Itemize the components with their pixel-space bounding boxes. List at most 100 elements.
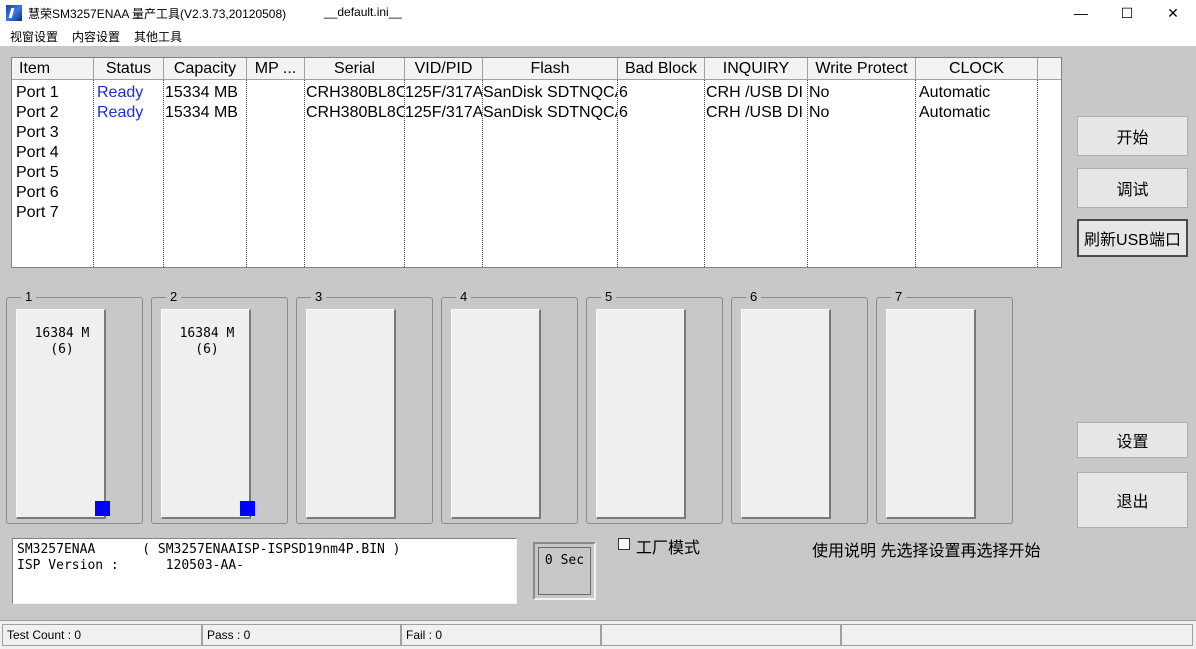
cell-flash bbox=[483, 183, 617, 203]
cell-status: Ready bbox=[97, 104, 144, 121]
cell-serial bbox=[306, 143, 404, 163]
port-status-card[interactable] bbox=[886, 309, 976, 519]
close-icon[interactable]: ✕ bbox=[1150, 0, 1196, 26]
debug-button[interactable]: 调试 bbox=[1077, 168, 1188, 208]
cell-serial bbox=[306, 163, 404, 183]
header-clock[interactable]: CLOCK bbox=[916, 58, 1038, 80]
header-status[interactable]: Status bbox=[94, 58, 164, 80]
cell-write-protect bbox=[809, 183, 915, 203]
start-button[interactable]: 开始 bbox=[1077, 116, 1188, 156]
cell-capacity bbox=[165, 143, 245, 163]
port-table[interactable]: Item Status Capacity MP ... Serial VID/P… bbox=[11, 57, 1062, 268]
port-status-card[interactable] bbox=[596, 309, 686, 519]
table-row[interactable]: Port 1 Ready 15334 MB CRH380BL8C 125F/317A Sa… bbox=[12, 83, 1061, 103]
cell-vidpid: 125F/317A bbox=[405, 84, 482, 101]
factory-mode-label[interactable]: 工厂模式 bbox=[636, 534, 700, 558]
cell-flash bbox=[483, 123, 617, 143]
cell-clock bbox=[919, 143, 1037, 163]
header-item[interactable]: Item bbox=[12, 58, 94, 80]
cell-flash: SanDisk SDTNQCA bbox=[483, 84, 617, 101]
cell-serial bbox=[306, 123, 404, 143]
table-row[interactable]: Port 4 bbox=[12, 143, 1061, 163]
minimize-icon[interactable]: — bbox=[1058, 0, 1104, 26]
header-inquiry[interactable]: INQUIRY bbox=[705, 58, 808, 80]
header-vidpid[interactable]: VID/PID bbox=[405, 58, 483, 80]
cell-item: Port 2 bbox=[16, 104, 59, 121]
cell-clock bbox=[919, 203, 1037, 223]
window-title: 慧荣SM3257ENAA 量产工具(V2.3.73,20120508) bbox=[28, 7, 287, 21]
timer-value: 0 Sec bbox=[538, 547, 591, 595]
cell-status: Ready bbox=[97, 84, 144, 101]
port-status-card[interactable] bbox=[306, 309, 396, 519]
table-row[interactable]: Port 6 bbox=[12, 183, 1061, 203]
menu-window-settings[interactable]: 视窗设置 bbox=[10, 28, 58, 45]
cell-status bbox=[97, 163, 163, 183]
cell-item: Port 3 bbox=[16, 124, 59, 141]
factory-mode-checkbox[interactable] bbox=[618, 538, 630, 550]
cell-clock: Automatic bbox=[919, 84, 991, 101]
header-bad-block[interactable]: Bad Block bbox=[618, 58, 705, 80]
cell-inquiry bbox=[706, 183, 807, 203]
header-flash[interactable]: Flash bbox=[483, 58, 618, 80]
port-number: 3 bbox=[311, 289, 327, 304]
header-capacity[interactable]: Capacity bbox=[164, 58, 247, 80]
port-panel: 2 16384 M (6) bbox=[151, 289, 288, 524]
port-panel: 5 bbox=[586, 289, 723, 524]
chip-info-line: SM3257ENAA ( SM3257ENAAISP-ISPSD19nm4P.B… bbox=[17, 542, 401, 557]
menu-other-tools[interactable]: 其他工具 bbox=[134, 28, 182, 45]
cell-bad-block bbox=[619, 143, 704, 163]
cell-capacity bbox=[165, 203, 245, 223]
instructions-text: 使用说明 先选择设置再选择开始 bbox=[812, 543, 1041, 560]
cell-capacity bbox=[165, 163, 245, 183]
header-mp[interactable]: MP ... bbox=[247, 58, 305, 80]
cell-item: Port 5 bbox=[16, 164, 59, 181]
table-row[interactable]: Port 2 Ready 15334 MB CRH380BL8C 125F/317A Sa… bbox=[12, 103, 1061, 123]
timer-display: 0 Sec bbox=[533, 542, 596, 600]
cell-clock bbox=[919, 163, 1037, 183]
header-write-protect[interactable]: Write Protect bbox=[808, 58, 916, 80]
port-status-card[interactable]: 16384 M (6) bbox=[16, 309, 110, 519]
port-status-card[interactable]: 16384 M (6) bbox=[161, 309, 255, 519]
cell-bad-block bbox=[619, 203, 704, 223]
cell-item: Port 6 bbox=[16, 184, 59, 201]
exit-button[interactable]: 退出 bbox=[1077, 472, 1188, 528]
refresh-usb-button[interactable]: 刷新USB端口 bbox=[1077, 219, 1188, 257]
menu-content-settings[interactable]: 内容设置 bbox=[72, 28, 120, 45]
port-capacity: 16384 M (6) bbox=[17, 326, 107, 358]
settings-button[interactable]: 设置 bbox=[1077, 422, 1188, 458]
cell-bad-block bbox=[619, 183, 704, 203]
port-bad-block-value: (6) bbox=[195, 342, 219, 357]
header-serial[interactable]: Serial bbox=[305, 58, 405, 80]
port-number: 5 bbox=[601, 289, 617, 304]
cell-write-protect bbox=[809, 163, 915, 183]
cell-status bbox=[97, 203, 163, 223]
table-row[interactable]: Port 3 bbox=[12, 123, 1061, 143]
cell-bad-block: 6 bbox=[619, 84, 628, 101]
app-icon bbox=[6, 5, 22, 21]
port-status-card[interactable] bbox=[741, 309, 831, 519]
port-number: 2 bbox=[166, 289, 182, 304]
cell-item: Port 1 bbox=[16, 84, 59, 101]
table-row[interactable]: Port 5 bbox=[12, 163, 1061, 183]
cell-inquiry bbox=[706, 163, 807, 183]
port-led-indicator bbox=[95, 501, 110, 516]
cell-mp bbox=[248, 103, 304, 123]
cell-write-protect bbox=[809, 123, 915, 143]
cell-mp bbox=[248, 83, 304, 103]
port-panel: 1 16384 M (6) bbox=[6, 289, 143, 524]
cell-mp bbox=[248, 183, 304, 203]
cell-vidpid bbox=[405, 183, 482, 203]
table-header: Item Status Capacity MP ... Serial VID/P… bbox=[12, 58, 1061, 80]
cell-status bbox=[97, 123, 163, 143]
cell-write-protect: No bbox=[809, 84, 830, 101]
maximize-icon[interactable]: ☐ bbox=[1104, 0, 1150, 26]
cell-vidpid bbox=[405, 123, 482, 143]
port-status-card[interactable] bbox=[451, 309, 541, 519]
cell-clock bbox=[919, 183, 1037, 203]
table-row[interactable]: Port 7 bbox=[12, 203, 1061, 223]
port-bad-block-value: (6) bbox=[50, 342, 74, 357]
cell-serial bbox=[306, 183, 404, 203]
cell-capacity: 15334 MB bbox=[165, 84, 238, 101]
cell-inquiry bbox=[706, 143, 807, 163]
port-panel: 7 bbox=[876, 289, 1013, 524]
